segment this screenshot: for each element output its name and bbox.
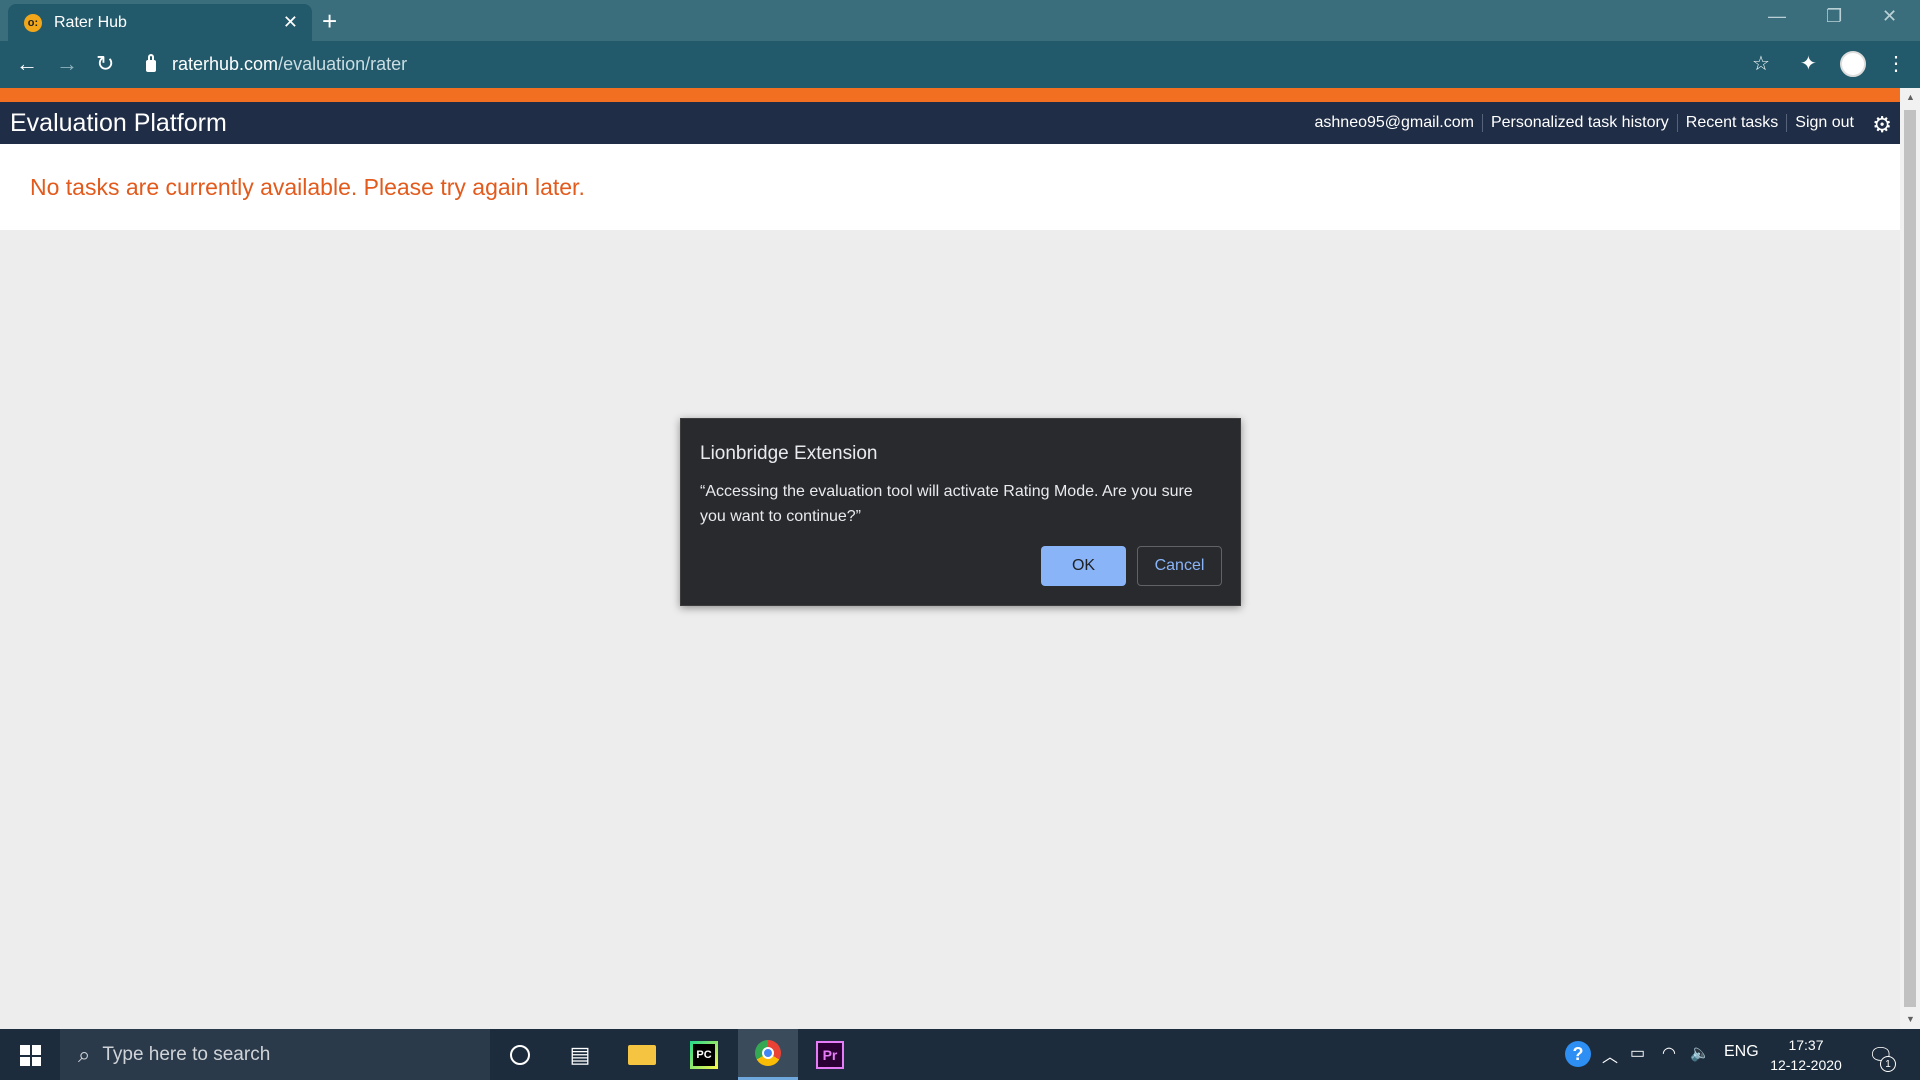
reload-icon[interactable]: ↻ — [96, 51, 114, 77]
browser-tab[interactable]: o: Rater Hub ✕ — [8, 4, 312, 41]
search-icon: ⌕ — [78, 1041, 91, 1067]
url-host: raterhub.com — [172, 53, 279, 74]
recent-tasks-link[interactable]: Recent tasks — [1676, 114, 1786, 132]
tab-title: Rater Hub — [54, 13, 127, 31]
task-view-button[interactable]: ▤ — [550, 1029, 610, 1080]
page-scrollbar[interactable]: ▲ ▼ — [1900, 88, 1920, 1029]
browser-toolbar: ← → ↻ raterhub.com/evaluation/rater ☆ ✦ … — [0, 41, 1920, 88]
windows-taskbar: ⌕ Type here to search ▤ PC Pr ? ︿ ▭ ◠ 🔈 … — [0, 1029, 1920, 1080]
address-bar[interactable]: raterhub.com/evaluation/rater — [140, 47, 1760, 81]
search-placeholder: Type here to search — [102, 1043, 271, 1065]
restore-icon[interactable]: ❐ — [1826, 6, 1842, 27]
user-email-link[interactable]: ashneo95@gmail.com — [1307, 114, 1482, 132]
file-explorer-icon — [628, 1044, 656, 1065]
clock-date: 12-12-2020 — [1770, 1057, 1842, 1073]
dialog-title: Lionbridge Extension — [700, 443, 878, 464]
gear-icon[interactable]: ⚙ — [1872, 112, 1892, 138]
task-history-link[interactable]: Personalized task history — [1481, 114, 1677, 132]
chrome-icon — [755, 1040, 781, 1066]
premiere-button[interactable]: Pr — [800, 1029, 860, 1080]
task-view-icon: ▤ — [569, 1041, 591, 1067]
chrome-button[interactable] — [738, 1029, 798, 1080]
scroll-thumb[interactable] — [1904, 110, 1916, 1007]
cortana-button[interactable] — [490, 1029, 550, 1080]
dialog-message: “Accessing the evaluation tool will acti… — [700, 483, 1193, 525]
forward-icon[interactable]: → — [56, 51, 78, 77]
notification-badge: 1 — [1880, 1056, 1896, 1072]
raterhub-favicon-icon: o: — [24, 13, 42, 32]
battery-icon[interactable]: ▭ — [1630, 1043, 1645, 1063]
back-icon[interactable]: ← — [16, 51, 38, 77]
pycharm-button[interactable]: PC — [674, 1029, 734, 1080]
sign-out-link[interactable]: Sign out — [1786, 114, 1862, 132]
cancel-button[interactable]: Cancel — [1137, 546, 1222, 586]
app-header: Evaluation Platform ashneo95@gmail.com P… — [0, 102, 1900, 144]
url-path: /evaluation/rater — [278, 53, 408, 74]
tab-close-icon[interactable]: ✕ — [283, 12, 298, 33]
page-title: Evaluation Platform — [10, 109, 227, 137]
chevron-up-icon[interactable]: ︿ — [1602, 1043, 1618, 1067]
close-window-icon[interactable]: ✕ — [1882, 6, 1897, 27]
profile-avatar[interactable] — [1840, 51, 1866, 77]
language-indicator[interactable]: ENG — [1724, 1043, 1759, 1061]
lock-icon[interactable] — [146, 54, 156, 72]
header-links: ashneo95@gmail.com Personalized task his… — [1307, 114, 1863, 132]
accent-bar — [0, 88, 1900, 102]
scroll-down-icon[interactable]: ▼ — [1906, 1014, 1915, 1024]
pycharm-icon: PC — [690, 1040, 718, 1069]
wifi-icon[interactable]: ◠ — [1662, 1043, 1676, 1063]
volume-icon[interactable]: 🔈 — [1690, 1043, 1710, 1063]
star-icon[interactable]: ☆ — [1752, 51, 1770, 76]
confirm-dialog: Lionbridge Extension “Accessing the eval… — [680, 418, 1241, 606]
premiere-icon: Pr — [816, 1040, 844, 1069]
notice-panel: No tasks are currently available. Please… — [0, 144, 1900, 230]
no-tasks-message: No tasks are currently available. Please… — [30, 174, 585, 200]
ok-button[interactable]: OK — [1041, 546, 1126, 586]
taskbar-search-input[interactable]: ⌕ Type here to search — [60, 1029, 490, 1080]
new-tab-icon[interactable]: + — [322, 6, 337, 37]
file-explorer-button[interactable] — [612, 1029, 672, 1080]
menu-icon[interactable]: ⋮ — [1886, 51, 1906, 76]
clock[interactable]: 17:37 12-12-2020 — [1766, 1035, 1846, 1075]
windows-start-icon[interactable] — [20, 1045, 41, 1066]
help-icon[interactable]: ? — [1565, 1041, 1591, 1067]
clock-time: 17:37 — [1788, 1037, 1824, 1053]
cortana-icon — [510, 1044, 530, 1065]
minimize-icon[interactable]: — — [1768, 6, 1786, 27]
scroll-up-icon[interactable]: ▲ — [1906, 92, 1915, 102]
extensions-icon[interactable]: ✦ — [1800, 51, 1817, 76]
browser-tabstrip: o: Rater Hub ✕ + — ❐ ✕ — [0, 0, 1920, 41]
